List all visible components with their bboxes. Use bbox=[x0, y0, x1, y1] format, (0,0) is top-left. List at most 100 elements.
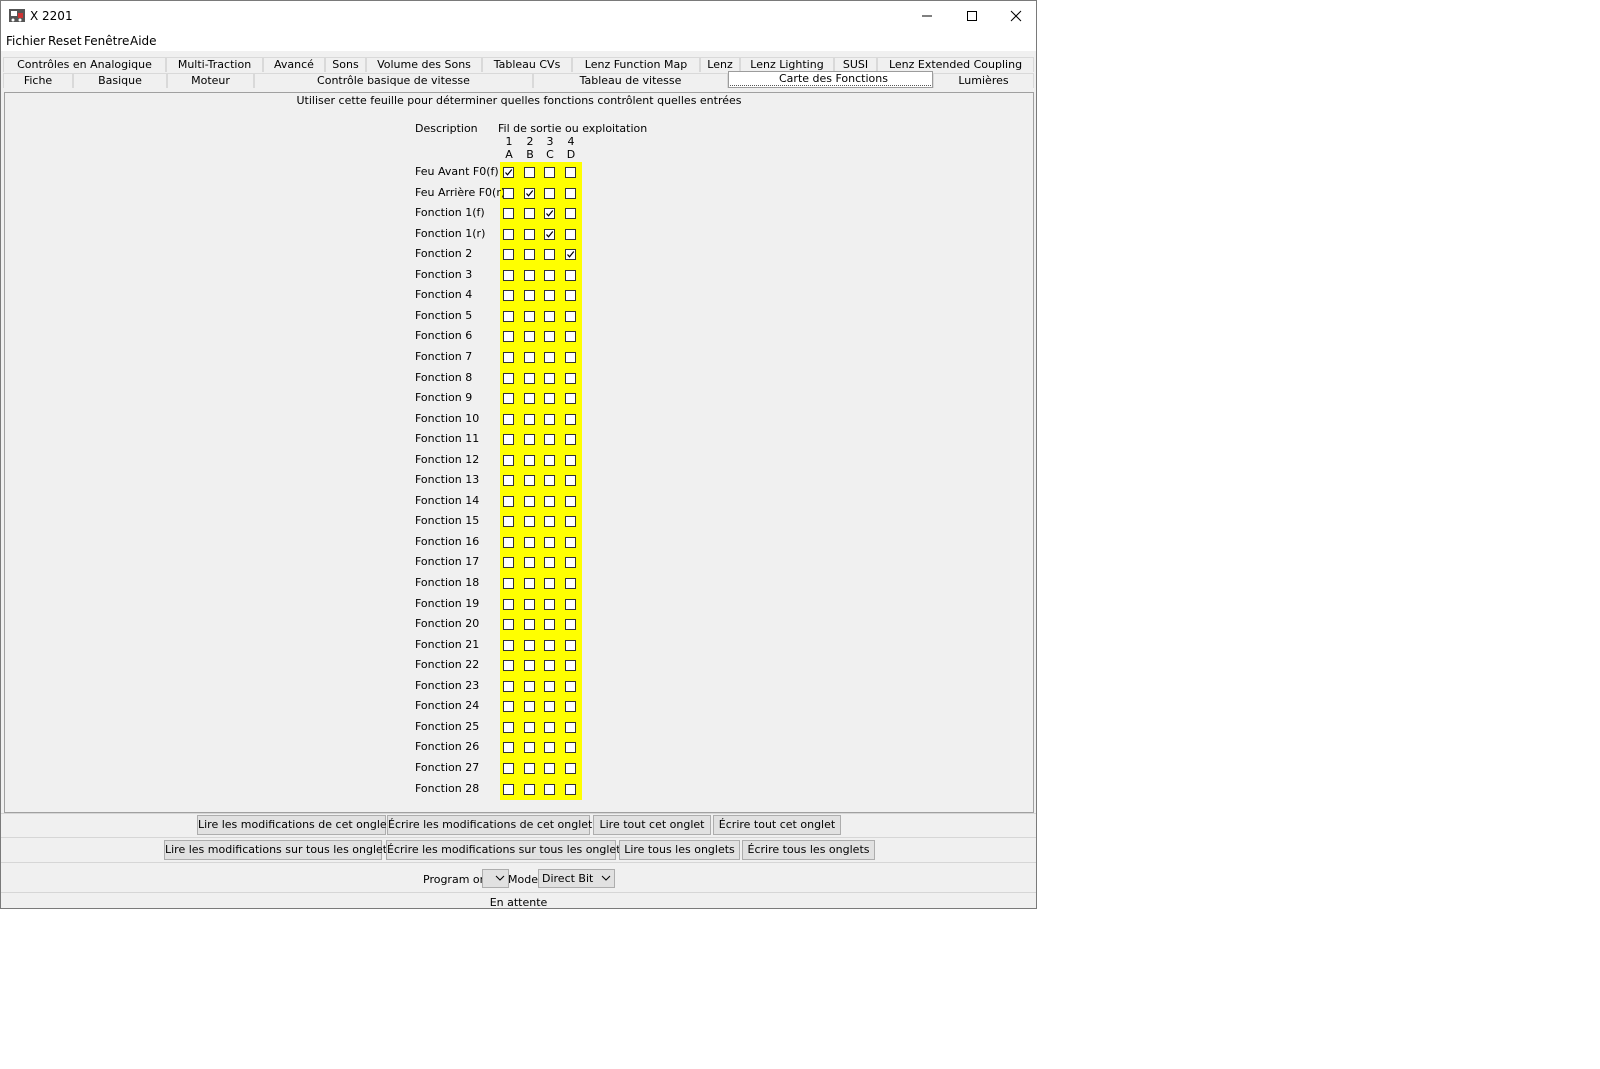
output-checkbox[interactable] bbox=[524, 434, 535, 446]
output-checkbox[interactable] bbox=[565, 454, 576, 466]
output-checkbox[interactable] bbox=[524, 249, 535, 261]
output-checkbox[interactable] bbox=[503, 536, 514, 548]
tab-basique[interactable]: Basique bbox=[73, 73, 167, 88]
output-checkbox[interactable] bbox=[503, 249, 514, 261]
output-checkbox[interactable] bbox=[544, 516, 555, 528]
output-checkbox[interactable] bbox=[524, 413, 535, 425]
output-checkbox[interactable] bbox=[503, 598, 514, 610]
output-checkbox[interactable] bbox=[524, 454, 535, 466]
output-checkbox[interactable] bbox=[503, 495, 514, 507]
output-checkbox[interactable] bbox=[544, 762, 555, 774]
output-checkbox[interactable] bbox=[503, 331, 514, 343]
program-on-select[interactable] bbox=[482, 869, 509, 888]
tab-lenz-function-map[interactable]: Lenz Function Map bbox=[572, 57, 700, 72]
output-checkbox[interactable] bbox=[544, 680, 555, 692]
menu-aide[interactable]: Aide bbox=[130, 34, 157, 48]
all-tabs-action-1-button[interactable]: Écrire les modifications sur tous les on… bbox=[386, 840, 626, 860]
output-checkbox[interactable] bbox=[565, 167, 576, 178]
tab-volume-sons[interactable]: Volume des Sons bbox=[366, 57, 482, 72]
output-checkbox[interactable] bbox=[544, 393, 555, 405]
menu-fenetre[interactable]: Fenêtre bbox=[84, 34, 129, 48]
output-checkbox[interactable] bbox=[524, 310, 535, 322]
output-checkbox[interactable] bbox=[524, 351, 535, 363]
output-checkbox[interactable] bbox=[565, 516, 576, 528]
output-checkbox[interactable] bbox=[544, 331, 555, 343]
output-checkbox[interactable] bbox=[524, 598, 535, 610]
output-checkbox[interactable] bbox=[565, 393, 576, 405]
output-checkbox[interactable] bbox=[524, 331, 535, 343]
output-checkbox[interactable] bbox=[503, 557, 514, 569]
output-checkbox[interactable] bbox=[524, 167, 535, 178]
output-checkbox[interactable] bbox=[544, 187, 555, 199]
tab-carte-des-fonctions[interactable]: Carte des Fonctions bbox=[728, 71, 933, 88]
output-checkbox[interactable] bbox=[565, 495, 576, 507]
output-checkbox[interactable] bbox=[524, 536, 535, 548]
output-checkbox[interactable] bbox=[565, 639, 576, 651]
tab-controle-basique-vitesse[interactable]: Contrôle basique de vitesse bbox=[254, 73, 533, 88]
output-checkbox[interactable] bbox=[565, 351, 576, 363]
all-tabs-action-3-button[interactable]: Écrire tous les onglets bbox=[742, 840, 875, 860]
output-checkbox[interactable] bbox=[565, 536, 576, 548]
output-checkbox[interactable] bbox=[565, 310, 576, 322]
output-checkbox[interactable] bbox=[524, 475, 535, 487]
output-checkbox[interactable] bbox=[565, 660, 576, 672]
output-checkbox[interactable] bbox=[524, 393, 535, 405]
output-checkbox[interactable] bbox=[524, 762, 535, 774]
output-checkbox[interactable] bbox=[565, 680, 576, 692]
output-checkbox[interactable] bbox=[544, 351, 555, 363]
output-checkbox[interactable] bbox=[565, 269, 576, 281]
output-checkbox[interactable] bbox=[503, 742, 514, 754]
output-checkbox[interactable] bbox=[503, 434, 514, 446]
output-checkbox[interactable] bbox=[565, 701, 576, 713]
output-checkbox[interactable] bbox=[565, 557, 576, 569]
output-checkbox[interactable] bbox=[503, 578, 514, 589]
output-checkbox[interactable] bbox=[503, 639, 514, 651]
tab-susi[interactable]: SUSI bbox=[834, 57, 877, 72]
output-checkbox[interactable] bbox=[503, 701, 514, 713]
output-checkbox[interactable] bbox=[503, 680, 514, 692]
output-checkbox[interactable] bbox=[524, 660, 535, 672]
tab-multi-traction[interactable]: Multi-Traction bbox=[166, 57, 263, 72]
output-checkbox[interactable] bbox=[565, 290, 576, 302]
output-checkbox[interactable] bbox=[524, 187, 535, 199]
output-checkbox[interactable] bbox=[544, 536, 555, 548]
menu-reset[interactable]: Reset bbox=[48, 34, 82, 48]
output-checkbox[interactable] bbox=[544, 721, 555, 733]
output-checkbox[interactable] bbox=[503, 721, 514, 733]
output-checkbox[interactable] bbox=[524, 269, 535, 281]
output-checkbox[interactable] bbox=[524, 208, 535, 220]
output-checkbox[interactable] bbox=[524, 290, 535, 302]
output-checkbox[interactable] bbox=[565, 249, 576, 261]
output-checkbox[interactable] bbox=[503, 167, 514, 178]
output-checkbox[interactable] bbox=[544, 208, 555, 220]
output-checkbox[interactable] bbox=[524, 228, 535, 240]
output-checkbox[interactable] bbox=[524, 516, 535, 528]
output-checkbox[interactable] bbox=[544, 619, 555, 631]
tab-action-0-button[interactable]: Lire les modifications de cet onglet bbox=[197, 815, 391, 835]
tab-controles-analogique[interactable]: Contrôles en Analogique bbox=[3, 57, 166, 72]
tab-sons[interactable]: Sons bbox=[325, 57, 366, 72]
output-checkbox[interactable] bbox=[503, 454, 514, 466]
output-checkbox[interactable] bbox=[524, 619, 535, 631]
tab-action-1-button[interactable]: Écrire les modifications de cet onglet bbox=[387, 815, 592, 835]
tab-lenz-extended-coupling[interactable]: Lenz Extended Coupling bbox=[877, 57, 1034, 72]
tab-lumieres[interactable]: Lumières bbox=[933, 73, 1034, 88]
output-checkbox[interactable] bbox=[524, 372, 535, 384]
output-checkbox[interactable] bbox=[503, 619, 514, 631]
close-button[interactable] bbox=[993, 1, 1038, 31]
tab-lenz-lighting[interactable]: Lenz Lighting bbox=[740, 57, 834, 72]
tab-action-2-button[interactable]: Lire tout cet onglet bbox=[593, 815, 711, 835]
output-checkbox[interactable] bbox=[503, 310, 514, 322]
output-checkbox[interactable] bbox=[503, 393, 514, 405]
output-checkbox[interactable] bbox=[565, 783, 576, 795]
output-checkbox[interactable] bbox=[503, 351, 514, 363]
output-checkbox[interactable] bbox=[544, 310, 555, 322]
minimize-button[interactable] bbox=[904, 1, 949, 31]
tab-action-3-button[interactable]: Écrire tout cet onglet bbox=[713, 815, 841, 835]
output-checkbox[interactable] bbox=[544, 434, 555, 446]
output-checkbox[interactable] bbox=[544, 660, 555, 672]
tab-tableau-vitesse[interactable]: Tableau de vitesse bbox=[533, 73, 728, 88]
output-checkbox[interactable] bbox=[524, 721, 535, 733]
output-checkbox[interactable] bbox=[524, 783, 535, 795]
output-checkbox[interactable] bbox=[544, 454, 555, 466]
